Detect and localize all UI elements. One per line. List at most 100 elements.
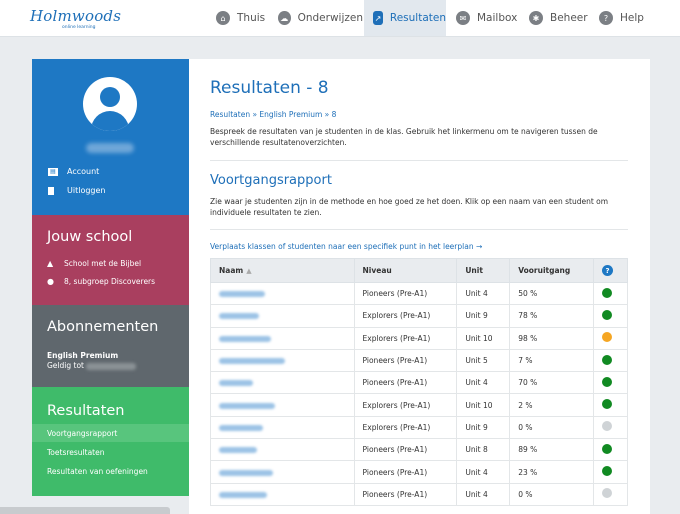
student-name-redacted[interactable] <box>219 424 263 431</box>
id-card-icon: ▤ <box>48 167 58 176</box>
table-row: Explorers (Pre-A1) Unit 10 98 % <box>210 326 628 350</box>
progress-cell: 98 % <box>509 326 595 350</box>
student-name-redacted[interactable] <box>219 313 259 320</box>
level-cell: Pioneers (Pre-A1) <box>353 482 458 506</box>
unit-cell: Unit 4 <box>456 460 511 484</box>
unit-cell: Unit 4 <box>456 281 511 306</box>
sort-icon[interactable]: ▲ <box>246 267 251 275</box>
level-cell: Pioneers (Pre-A1) <box>353 281 458 306</box>
school-name: School met de Bijbel <box>64 259 142 268</box>
status-cell <box>593 348 628 373</box>
level-cell: Pioneers (Pre-A1) <box>353 438 458 462</box>
table-row: Pioneers (Pre-A1) Unit 8 89 % <box>210 438 628 462</box>
school-heading: Jouw school <box>47 229 133 245</box>
unit-cell: Unit 10 <box>456 326 511 350</box>
nav-item-beheer[interactable]: ✱ Beheer <box>522 0 590 36</box>
nav-item-help[interactable]: ? Help <box>592 0 652 36</box>
student-name-cell[interactable] <box>210 281 355 306</box>
table-row: Pioneers (Pre-A1) Unit 40 % <box>210 482 628 506</box>
nav-item-mailbox[interactable]: ✉ Mailbox <box>449 0 521 36</box>
student-name-cell[interactable] <box>210 371 355 395</box>
sidebar: ▤ Account Uitloggen Jouw school ▲ School… <box>32 59 189 496</box>
student-name-redacted[interactable] <box>219 402 275 409</box>
progress-cell: 89 % <box>509 438 595 462</box>
status-dot <box>602 332 613 343</box>
logout-link[interactable]: Uitloggen <box>48 186 105 195</box>
profile-panel: ▤ Account Uitloggen <box>32 59 189 215</box>
student-name-cell[interactable] <box>210 415 355 440</box>
section-title: Voortgangsrapport <box>210 173 332 188</box>
horizontal-scrollbar[interactable] <box>0 507 170 514</box>
nav-item-onderwijzen[interactable]: ☁ Onderwijzen <box>271 0 363 36</box>
unit-cell: Unit 5 <box>456 348 511 373</box>
status-cell <box>593 460 628 484</box>
page-title: Resultaten - 8 <box>210 78 329 98</box>
subscription-info: English Premium Geldig tot <box>47 351 137 371</box>
results-panel: Resultaten Voortgangsrapport Toetsresult… <box>32 387 189 496</box>
progress-cell: 7 % <box>509 348 595 373</box>
sidebar-item-voortgangsrapport[interactable]: Voortgangsrapport <box>32 424 189 442</box>
breadcrumb[interactable]: Resultaten » English Premium » 8 <box>210 110 336 119</box>
nav-label: Resultaten <box>389 12 446 24</box>
table-row: Pioneers (Pre-A1) Unit 57 % <box>210 348 628 373</box>
progress-cell: 2 % <box>509 393 595 417</box>
student-name-redacted[interactable] <box>219 335 271 342</box>
account-link[interactable]: ▤ Account <box>48 167 99 176</box>
status-cell <box>593 393 628 417</box>
user-name-redacted <box>86 143 134 153</box>
nav-label: Help <box>620 12 644 24</box>
level-cell: Explorers (Pre-A1) <box>353 415 458 440</box>
help-icon: ? <box>599 11 613 25</box>
main-content: Resultaten - 8 Resultaten » English Prem… <box>189 59 650 514</box>
progress-cell: 78 % <box>509 304 595 328</box>
student-name-redacted[interactable] <box>219 447 257 454</box>
users-icon: ● <box>47 277 54 286</box>
column-unit: Unit <box>456 258 511 283</box>
status-dot <box>602 443 613 454</box>
student-name-cell[interactable] <box>210 460 355 484</box>
help-icon[interactable]: ? <box>602 265 614 276</box>
table-row: Pioneers (Pre-A1) Unit 4 23 % <box>210 460 628 484</box>
cloud-icon: ☁ <box>278 11 291 25</box>
table-row: Explorers (Pre-A1) Unit 10 2 % <box>210 393 628 417</box>
intro-text: Bespreek de resultaten van je studenten … <box>210 127 598 147</box>
nav-item-resultaten[interactable]: ↗ Resultaten <box>364 0 446 36</box>
student-name-cell[interactable] <box>210 348 355 373</box>
student-name-cell[interactable] <box>210 393 355 417</box>
group-link[interactable]: ● 8, subgroep Discoverers <box>47 277 155 286</box>
home-icon: ⌂ <box>216 11 230 25</box>
student-name-redacted[interactable] <box>219 358 285 365</box>
student-name-redacted[interactable] <box>219 469 273 476</box>
column-name[interactable]: Naam ▲ <box>210 258 355 283</box>
student-name-cell[interactable] <box>210 326 355 350</box>
results-heading: Resultaten <box>47 403 125 419</box>
student-name-redacted[interactable] <box>219 291 265 298</box>
avatar <box>83 77 137 131</box>
unit-cell: Unit 9 <box>456 415 511 440</box>
logo-tagline: online learning <box>62 25 96 30</box>
unit-cell: Unit 4 <box>456 371 511 395</box>
divider <box>210 229 628 230</box>
column-help: ? <box>593 258 628 283</box>
status-cell <box>593 281 628 306</box>
tools-icon: ✱ <box>529 11 543 25</box>
student-name-redacted[interactable] <box>219 380 253 387</box>
school-icon: ▲ <box>47 259 54 268</box>
student-name-cell[interactable] <box>210 304 355 328</box>
holmwoods-logo[interactable]: Holmwoods online learning <box>30 6 121 30</box>
status-dot <box>602 376 613 387</box>
status-dot <box>602 354 613 365</box>
sidebar-item-toetsresultaten[interactable]: Toetsresultaten <box>32 443 189 461</box>
progress-cell: 50 % <box>509 281 595 306</box>
student-name-cell[interactable] <box>210 482 355 506</box>
school-name-link[interactable]: ▲ School met de Bijbel <box>47 259 141 268</box>
status-cell <box>593 415 628 440</box>
sidebar-item-resultaten-oefeningen[interactable]: Resultaten van oefeningen <box>32 462 189 480</box>
section-description: Zie waar je studenten zijn in de methode… <box>210 197 609 217</box>
student-name-cell[interactable] <box>210 438 355 462</box>
column-name-label: Naam <box>219 266 244 275</box>
student-name-redacted[interactable] <box>219 491 267 498</box>
top-navigation-bar: Holmwoods online learning ⌂ Thuis ☁ Onde… <box>0 0 680 37</box>
move-to-curriculum-link[interactable]: Verplaats klassen of studenten naar een … <box>210 242 482 251</box>
nav-item-thuis[interactable]: ⌂ Thuis <box>208 0 269 36</box>
